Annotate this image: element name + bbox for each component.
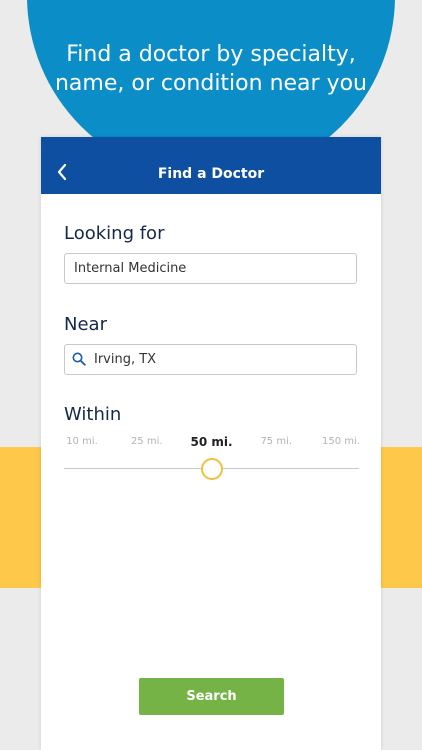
looking-for-label: Looking for	[64, 223, 165, 244]
app-bar: Find a Doctor	[41, 137, 381, 194]
distance-option[interactable]: 50 mi.	[182, 435, 242, 449]
search-button[interactable]: Search	[139, 678, 284, 715]
distance-options: 10 mi. 25 mi. 50 mi. 75 mi. 150 mi.	[64, 435, 360, 452]
promo-headline: Find a doctor by specialty, name, or con…	[20, 40, 402, 98]
app-screen: Find a Doctor Looking for Near Within 10…	[41, 137, 381, 750]
looking-for-field[interactable]	[64, 253, 357, 284]
within-label: Within	[64, 404, 122, 425]
page-title: Find a Doctor	[157, 166, 265, 182]
near-field[interactable]	[64, 344, 357, 375]
distance-option[interactable]: 150 mi.	[311, 436, 371, 447]
search-icon	[72, 352, 86, 366]
looking-for-input[interactable]	[74, 254, 349, 283]
promo-headline-line-2: name, or condition near you	[54, 71, 367, 96]
distance-option[interactable]: 75 mi.	[246, 436, 306, 447]
distance-option[interactable]: 25 mi.	[117, 436, 177, 447]
near-input[interactable]	[94, 345, 349, 374]
promo-headline-line-1: Find a doctor by specialty,	[66, 42, 356, 67]
distance-slider-thumb[interactable]	[200, 458, 223, 480]
distance-option[interactable]: 10 mi.	[52, 436, 112, 447]
near-label: Near	[64, 314, 107, 335]
